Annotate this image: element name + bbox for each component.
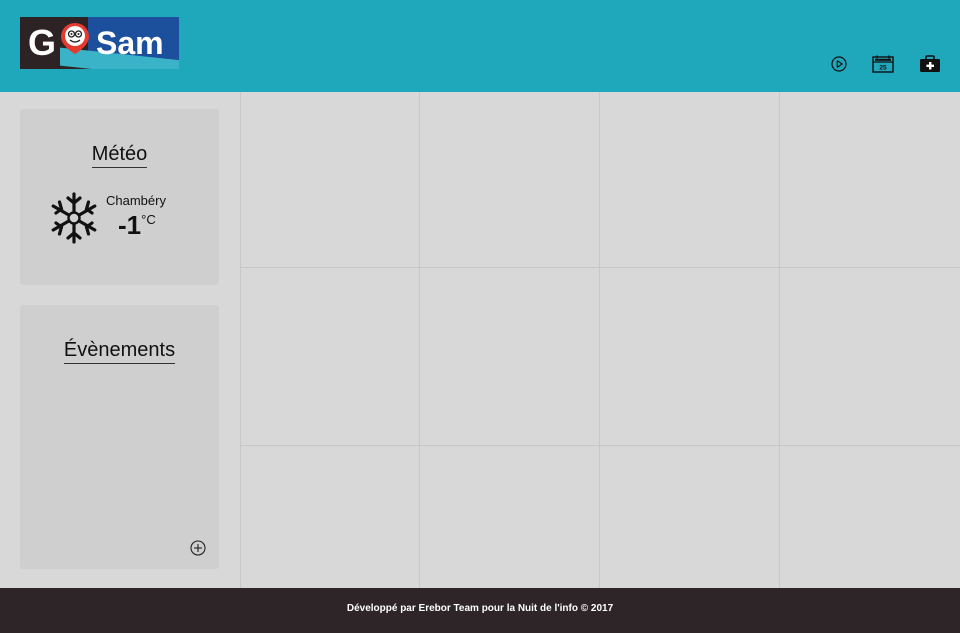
- gosam-logo[interactable]: G Sam: [20, 17, 179, 69]
- weather-title: Météo: [91, 143, 148, 168]
- header: G Sam 25: [0, 0, 960, 92]
- grid-line: [419, 92, 420, 588]
- calendar-icon: 25: [872, 55, 894, 73]
- events-title-row: Évènements: [20, 339, 219, 364]
- map-grid[interactable]: [240, 92, 960, 588]
- plus-circle-icon[interactable]: [190, 540, 206, 556]
- first-aid-kit-icon: [920, 55, 940, 72]
- logo-word: Sam: [96, 25, 164, 61]
- events-title: Évènements: [63, 339, 176, 364]
- first-aid-button[interactable]: [919, 53, 941, 75]
- calendar-button[interactable]: 25: [872, 53, 894, 75]
- snowflake-icon: [51, 192, 97, 244]
- grid-line: [240, 92, 241, 588]
- grid-line: [240, 445, 960, 446]
- play-button[interactable]: [830, 53, 848, 75]
- calendar-day: 25: [879, 65, 887, 72]
- weather-city: Chambéry: [106, 193, 166, 208]
- logo-letter: G: [28, 22, 57, 63]
- map-pin-face-icon: [61, 23, 89, 54]
- grid-line: [779, 92, 780, 588]
- footer-credits: Développé par Erebor Team pour la Nuit d…: [346, 603, 614, 614]
- weather-temperature: -1°C: [118, 210, 156, 241]
- play-circle-icon: [831, 56, 847, 72]
- temperature-value: -1: [118, 210, 142, 240]
- temperature-unit: °C: [141, 212, 156, 227]
- weather-title-row: Météo: [20, 143, 219, 168]
- grid-line: [240, 267, 960, 268]
- grid-line: [599, 92, 600, 588]
- footer: Développé par Erebor Team pour la Nuit d…: [0, 588, 960, 633]
